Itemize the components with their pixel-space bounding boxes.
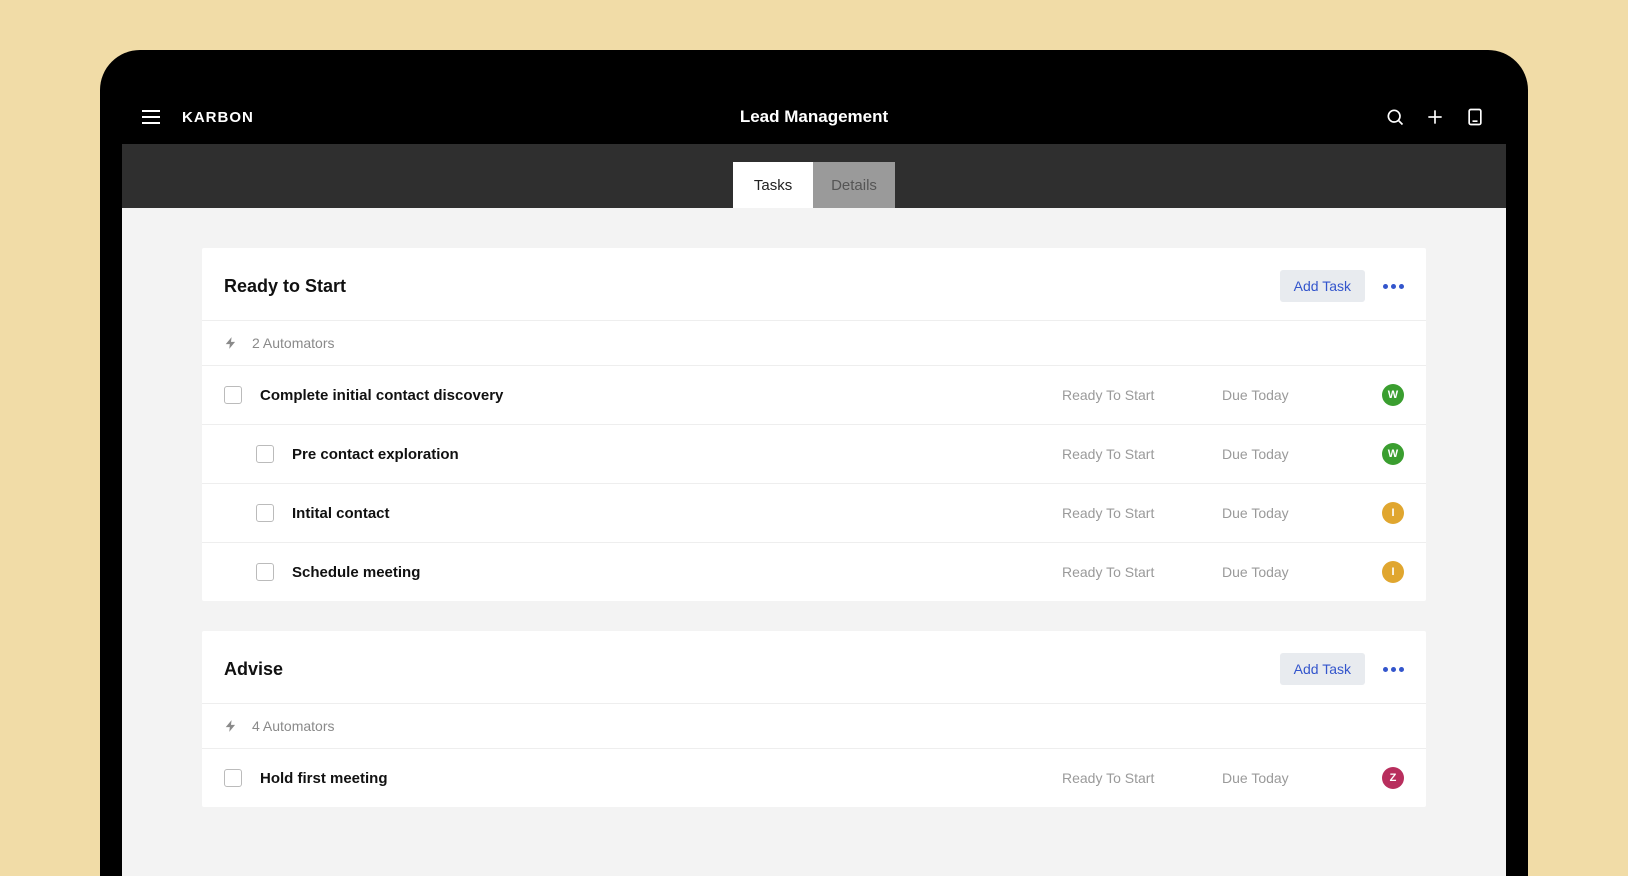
section-ready-to-start: Ready to Start Add Task 2 Automators Com… bbox=[202, 248, 1426, 601]
more-icon[interactable] bbox=[1383, 284, 1404, 289]
section-header: Ready to Start Add Task bbox=[202, 248, 1426, 320]
brand-logo: KARBON bbox=[182, 109, 254, 126]
task-row[interactable]: Hold first meeting Ready To Start Due To… bbox=[202, 748, 1426, 807]
task-name: Intital contact bbox=[292, 505, 390, 522]
avatar[interactable]: W bbox=[1382, 443, 1404, 465]
tab-details[interactable]: Details bbox=[813, 162, 895, 208]
task-row[interactable]: Pre contact exploration Ready To Start D… bbox=[202, 424, 1426, 483]
bolt-icon bbox=[224, 719, 238, 733]
tabbar: Tasks Details bbox=[122, 144, 1506, 208]
task-name: Pre contact exploration bbox=[292, 446, 459, 463]
add-task-button[interactable]: Add Task bbox=[1280, 653, 1365, 685]
task-row[interactable]: Intital contact Ready To Start Due Today… bbox=[202, 483, 1426, 542]
task-status: Ready To Start bbox=[1062, 770, 1182, 786]
content-area: Ready to Start Add Task 2 Automators Com… bbox=[122, 208, 1506, 807]
task-due: Due Today bbox=[1222, 505, 1322, 521]
avatar[interactable]: Z bbox=[1382, 767, 1404, 789]
task-status: Ready To Start bbox=[1062, 564, 1182, 580]
task-row[interactable]: Complete initial contact discovery Ready… bbox=[202, 365, 1426, 424]
task-due: Due Today bbox=[1222, 446, 1322, 462]
section-advise: Advise Add Task 4 Automators Hold first … bbox=[202, 631, 1426, 807]
task-status: Ready To Start bbox=[1062, 505, 1182, 521]
task-name: Hold first meeting bbox=[260, 770, 388, 787]
notes-icon[interactable] bbox=[1464, 106, 1486, 128]
task-due: Due Today bbox=[1222, 564, 1322, 580]
task-due: Due Today bbox=[1222, 387, 1322, 403]
task-name: Complete initial contact discovery bbox=[260, 387, 503, 404]
avatar[interactable]: I bbox=[1382, 561, 1404, 583]
automators-row[interactable]: 4 Automators bbox=[202, 703, 1426, 748]
add-icon[interactable] bbox=[1424, 106, 1446, 128]
page-title: Lead Management bbox=[740, 107, 888, 127]
device-frame: KARBON Lead Management Tasks Details bbox=[100, 50, 1528, 876]
avatar[interactable]: W bbox=[1382, 384, 1404, 406]
automators-label: 2 Automators bbox=[252, 335, 335, 351]
topbar: KARBON Lead Management bbox=[122, 90, 1506, 144]
task-status: Ready To Start bbox=[1062, 387, 1182, 403]
search-icon[interactable] bbox=[1384, 106, 1406, 128]
automators-row[interactable]: 2 Automators bbox=[202, 320, 1426, 365]
section-title: Advise bbox=[224, 659, 283, 680]
task-row[interactable]: Schedule meeting Ready To Start Due Toda… bbox=[202, 542, 1426, 601]
task-status: Ready To Start bbox=[1062, 446, 1182, 462]
menu-icon[interactable] bbox=[142, 106, 164, 128]
task-checkbox[interactable] bbox=[256, 445, 274, 463]
avatar[interactable]: I bbox=[1382, 502, 1404, 524]
more-icon[interactable] bbox=[1383, 667, 1404, 672]
add-task-button[interactable]: Add Task bbox=[1280, 270, 1365, 302]
section-title: Ready to Start bbox=[224, 276, 346, 297]
bolt-icon bbox=[224, 336, 238, 350]
top-actions bbox=[1384, 106, 1486, 128]
task-due: Due Today bbox=[1222, 770, 1322, 786]
section-header: Advise Add Task bbox=[202, 631, 1426, 703]
tab-tasks[interactable]: Tasks bbox=[733, 162, 813, 208]
screen: KARBON Lead Management Tasks Details bbox=[122, 90, 1506, 876]
task-checkbox[interactable] bbox=[224, 769, 242, 787]
task-name: Schedule meeting bbox=[292, 564, 420, 581]
task-checkbox[interactable] bbox=[256, 504, 274, 522]
automators-label: 4 Automators bbox=[252, 718, 335, 734]
task-checkbox[interactable] bbox=[224, 386, 242, 404]
task-checkbox[interactable] bbox=[256, 563, 274, 581]
